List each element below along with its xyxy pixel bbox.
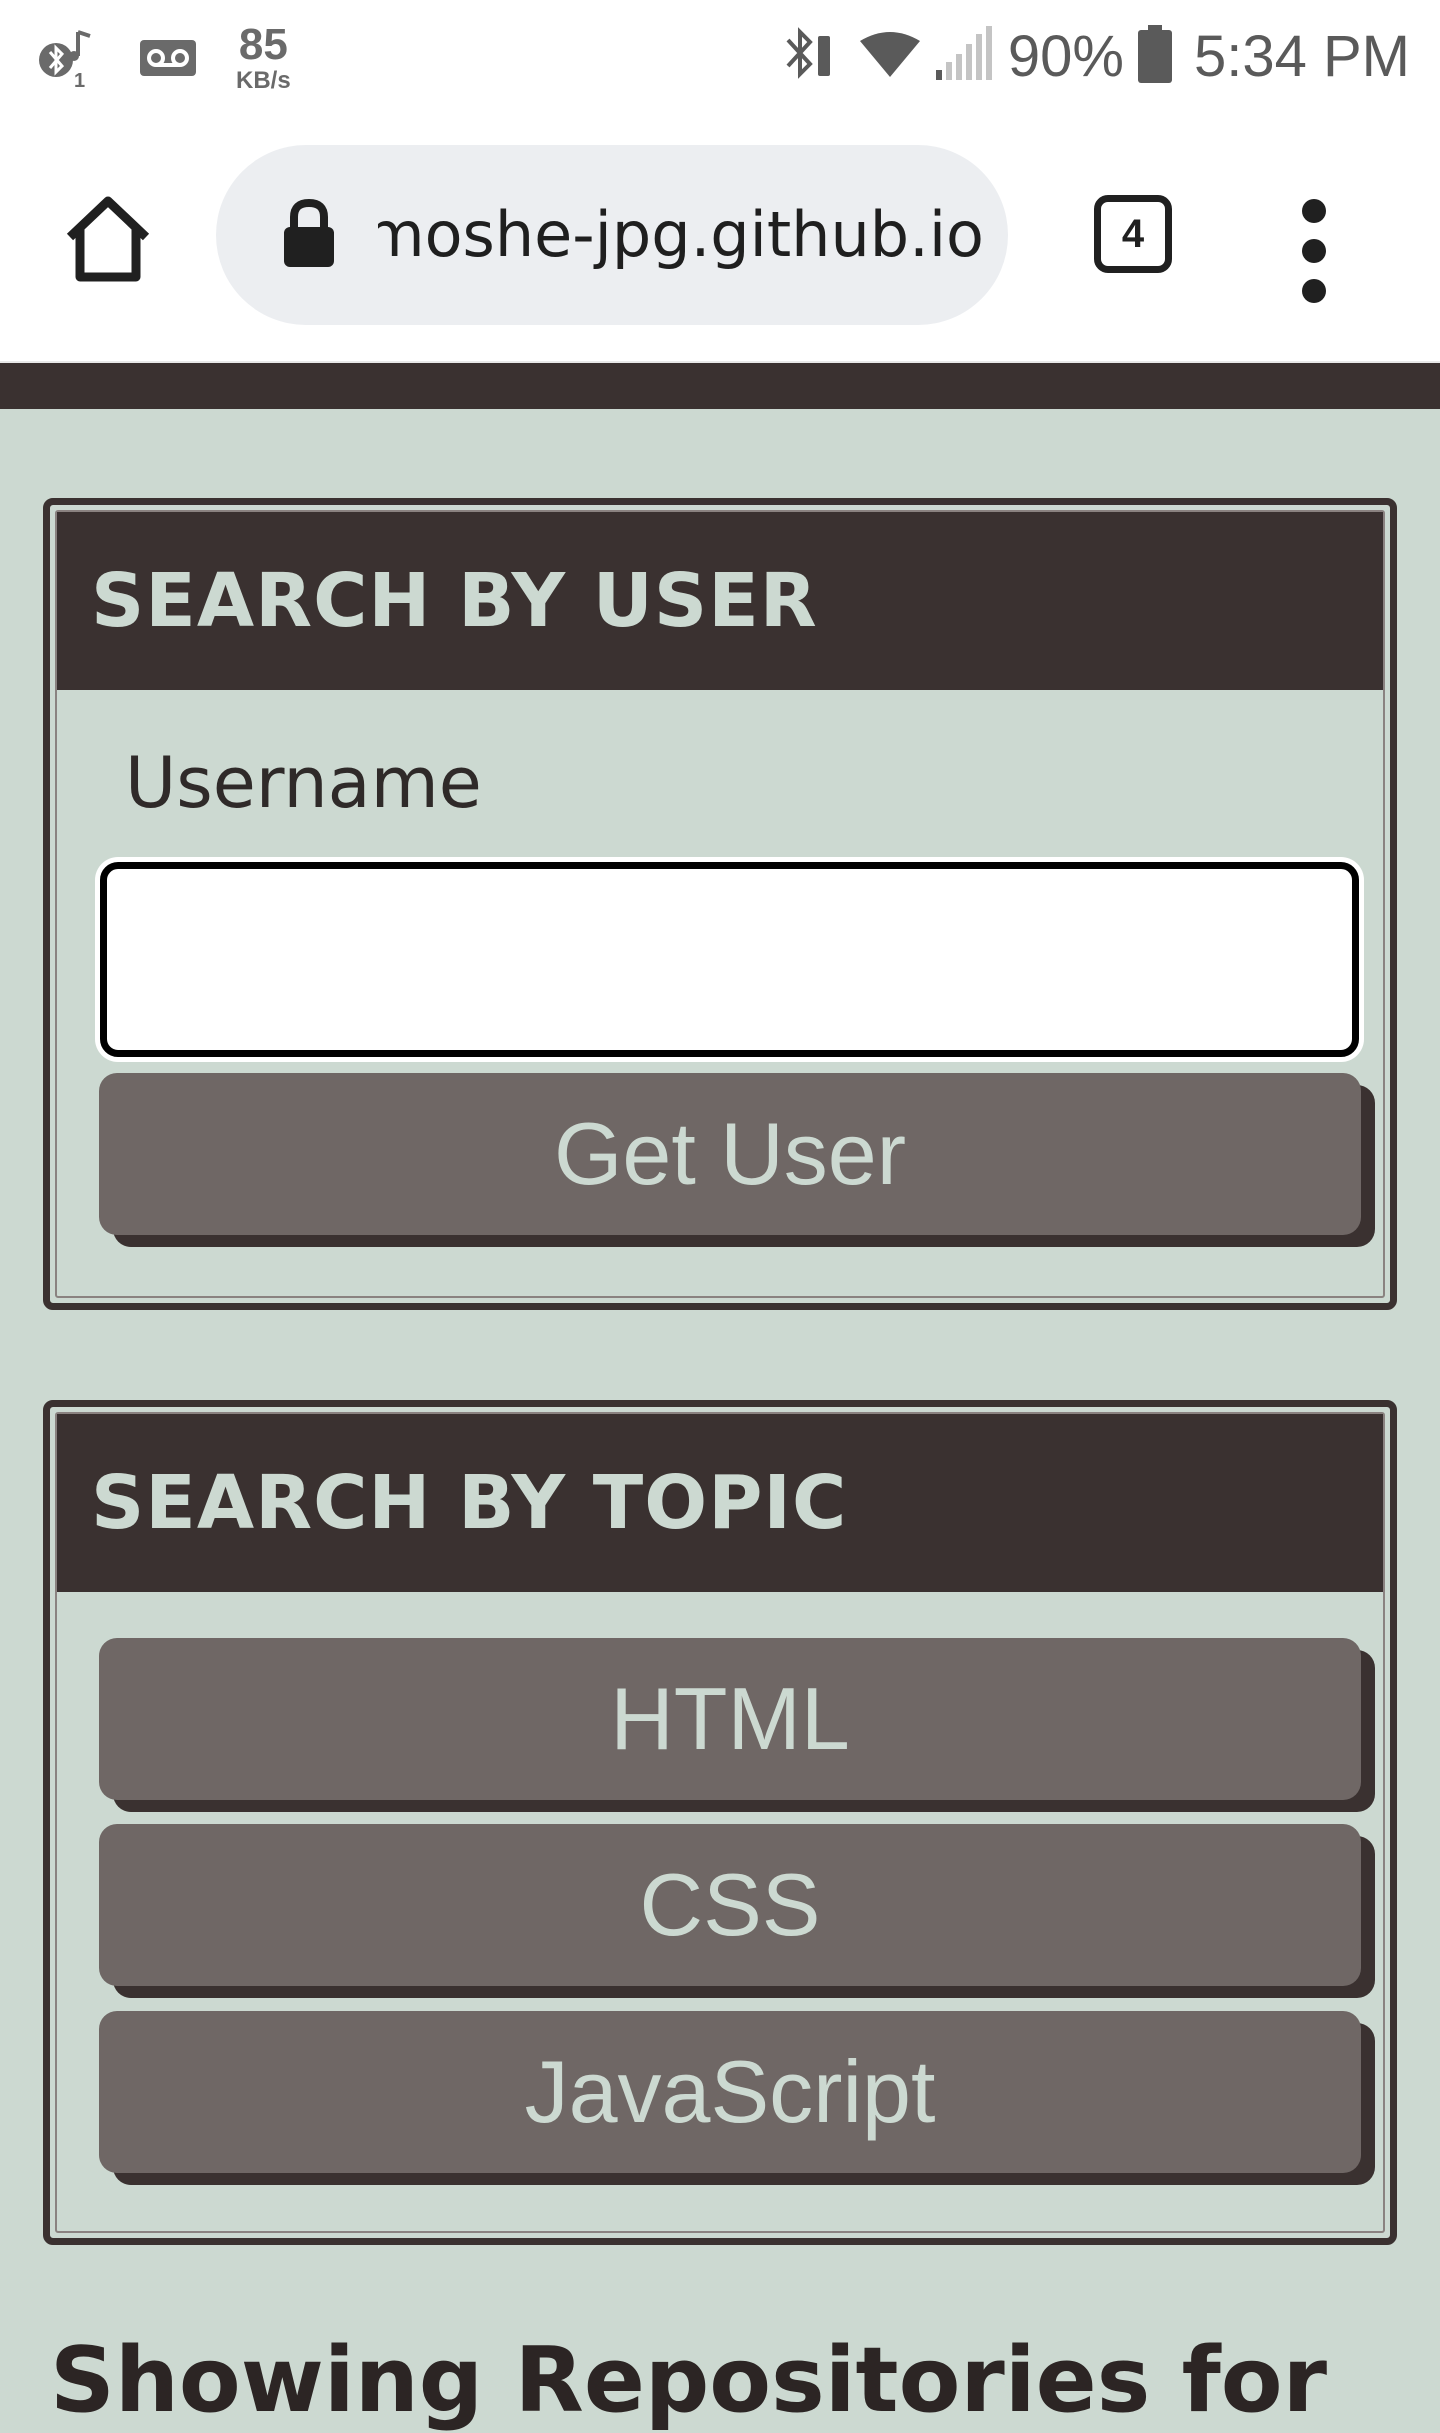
browser-toolbar: moshe-jpg.github.io 4 <box>0 115 1440 363</box>
status-bar: 1 85 KB/s 90% 5:34 PM <box>0 0 1440 115</box>
speed-value: 85 <box>238 20 288 69</box>
battery-percent: 90% <box>1007 23 1124 89</box>
url-text[interactable]: moshe-jpg.github.io <box>378 145 984 325</box>
get-user-button[interactable]: Get User <box>99 1073 1361 1235</box>
search-user-card: SEARCH BY USER Username Get User <box>43 498 1397 1310</box>
page-header-bar <box>0 363 1440 409</box>
tabs-icon[interactable]: 4 <box>1094 195 1172 273</box>
home-icon[interactable] <box>62 193 154 285</box>
bluetooth-icon <box>780 24 834 88</box>
speed-unit: KB/s <box>236 67 291 94</box>
more-vert-icon[interactable] <box>1294 199 1334 319</box>
topic-button-javascript[interactable]: JavaScript <box>99 2011 1361 2173</box>
address-bar[interactable]: moshe-jpg.github.io <box>216 145 1008 325</box>
battery-icon <box>1138 25 1172 87</box>
username-label: Username <box>125 742 482 824</box>
topic-button-css[interactable]: CSS <box>99 1824 1361 1986</box>
lock-icon <box>280 198 338 269</box>
voicemail-icon <box>138 38 198 78</box>
card-inner-border: SEARCH BY USER Username Get User <box>55 510 1385 1298</box>
card-header: SEARCH BY TOPIC <box>57 1414 1383 1592</box>
search-topic-title: SEARCH BY TOPIC <box>91 1460 848 1546</box>
wifi-icon <box>858 29 922 83</box>
status-left: 1 85 KB/s <box>34 18 291 98</box>
repositories-heading: Showing Repositories for <box>50 2328 1327 2433</box>
clock: 5:34 PM <box>1194 23 1410 89</box>
topic-button-html[interactable]: HTML <box>99 1638 1361 1800</box>
bluetooth-badge: 1 <box>74 70 86 92</box>
bluetooth-music-icon: 1 <box>34 26 98 92</box>
card-inner-border: SEARCH BY TOPIC HTML CSS JavaScript <box>55 1412 1385 2233</box>
network-speed: 85 KB/s <box>236 23 291 93</box>
search-user-title: SEARCH BY USER <box>91 558 818 644</box>
card-header: SEARCH BY USER <box>57 512 1383 690</box>
search-topic-card: SEARCH BY TOPIC HTML CSS JavaScript <box>43 1400 1397 2245</box>
status-right: 90% 5:34 PM <box>780 20 1410 92</box>
cell-signal-icon <box>934 26 994 86</box>
username-input[interactable] <box>100 862 1359 1057</box>
